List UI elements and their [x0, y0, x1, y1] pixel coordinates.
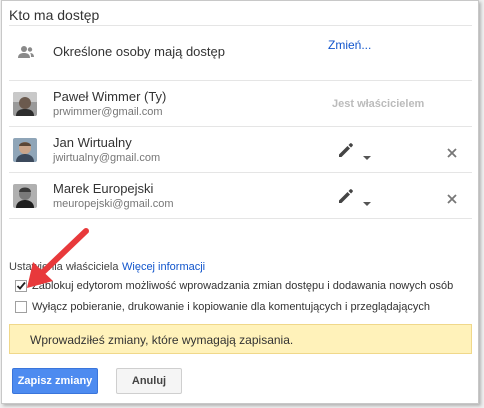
person-row: Jan Wirtualny jwirtualny@gmail.com: [9, 127, 472, 173]
pencil-icon[interactable]: [337, 141, 355, 159]
person-row-owner: Paweł Wimmer (Ty) prwimmer@gmail.com Jes…: [9, 81, 472, 127]
block-editors-label: Zablokuj edytorom możliwość wprowadzania…: [32, 280, 454, 292]
cancel-button[interactable]: Anuluj: [116, 368, 182, 394]
close-icon[interactable]: [447, 191, 457, 204]
divider: [9, 218, 472, 219]
dialog-title: Kto ma dostęp: [9, 7, 100, 23]
people-icon: [18, 45, 34, 59]
general-access-row: Określone osoby mają dostęp Zmień...: [9, 26, 472, 81]
avatar: [13, 138, 37, 162]
disable-download-label: Wyłącz pobieranie, drukowanie i kopiowan…: [32, 301, 430, 313]
close-icon[interactable]: [447, 145, 457, 158]
person-email: prwimmer@gmail.com: [53, 106, 163, 118]
save-button[interactable]: Zapisz zmiany: [12, 368, 98, 394]
sharing-dialog: Kto ma dostęp Określone osoby mają dostę…: [1, 0, 479, 404]
avatar: [13, 92, 37, 116]
chevron-down-icon[interactable]: [363, 148, 371, 160]
chevron-down-icon[interactable]: [363, 194, 371, 206]
notice-text: Wprowadziłeś zmiany, które wymagają zapi…: [30, 333, 294, 347]
more-info-link[interactable]: Więcej informacji: [122, 261, 205, 273]
owner-settings-label: Ustawienia właściciela: [9, 261, 119, 273]
person-name: Jan Wirtualny: [53, 135, 132, 150]
disable-download-checkbox[interactable]: [15, 301, 27, 313]
change-access-link[interactable]: Zmień...: [328, 38, 371, 52]
owner-role-label: Jest właścicielem: [332, 98, 425, 110]
pencil-icon[interactable]: [337, 187, 355, 205]
person-email: meuropejski@gmail.com: [53, 198, 174, 210]
person-name: Paweł Wimmer (Ty): [53, 89, 167, 104]
block-editors-checkbox[interactable]: [15, 280, 27, 292]
avatar: [13, 184, 37, 208]
general-access-text: Określone osoby mają dostęp: [53, 44, 225, 59]
person-email: jwirtualny@gmail.com: [53, 152, 161, 164]
person-name: Marek Europejski: [53, 181, 154, 196]
person-row: Marek Europejski meuropejski@gmail.com: [9, 173, 472, 219]
unsaved-changes-notice: Wprowadziłeś zmiany, które wymagają zapi…: [9, 324, 472, 354]
